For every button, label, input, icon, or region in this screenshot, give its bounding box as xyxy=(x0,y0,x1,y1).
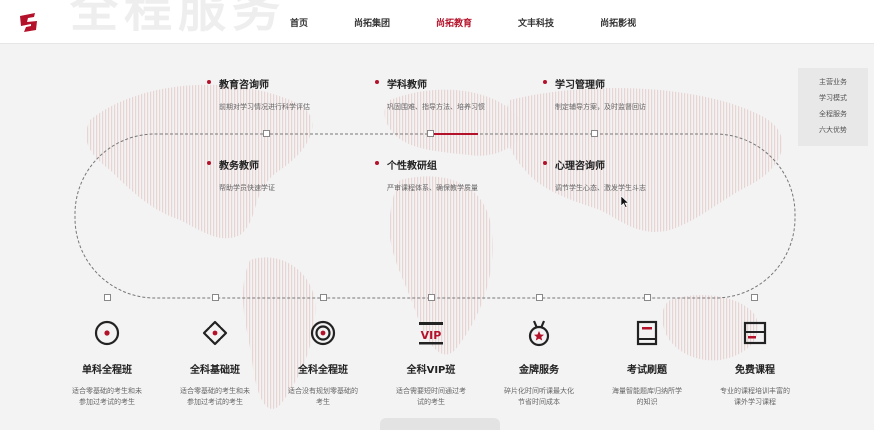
side-item-full-service[interactable]: 全程服务 xyxy=(798,106,868,122)
side-item-advantages[interactable]: 六大优势 xyxy=(798,122,868,138)
course-card[interactable]: 全科基础班 适合零基础的考生和未参加过考试的考生 xyxy=(165,318,265,408)
course-title: 考试刷题 xyxy=(627,365,667,376)
role-desc: 调节学生心态、激发学生斗志 xyxy=(555,184,646,192)
role-item: 教务教师 帮助学员快速学证 xyxy=(207,157,275,193)
course-title: 单科全程班 xyxy=(82,365,132,376)
nav-group[interactable]: 尚拓集团 xyxy=(354,16,390,29)
course-card[interactable]: 金牌服务 碎片化时间听课最大化节省时间成本 xyxy=(489,318,589,408)
side-menu: 主营业务 学习模式 全程服务 六大优势 xyxy=(798,68,868,146)
role-desc: 巩固围难、指导方法、培养习惯 xyxy=(387,103,485,111)
role-title: 个性教研组 xyxy=(375,157,478,172)
course-desc: 碎片化时间听课最大化节省时间成本 xyxy=(504,387,574,406)
scroll-indicator[interactable] xyxy=(380,418,500,430)
role-item: 学习管理师 制定辅导方案，及时监督回访 xyxy=(543,76,646,112)
role-title: 学科教师 xyxy=(375,76,485,91)
role-title: 教务教师 xyxy=(207,157,275,172)
logo[interactable] xyxy=(16,9,42,35)
book-icon xyxy=(636,320,658,346)
svg-text:VIP: VIP xyxy=(421,329,442,342)
loop-node xyxy=(104,294,111,301)
role-item: 教育咨询师 前期对学习情况进行科学评估 xyxy=(207,76,310,112)
header: 全程服务 首页 尚拓集团 尚拓教育 文丰科技 尚拓影视 xyxy=(0,0,874,44)
role-title: 学习管理师 xyxy=(543,76,646,91)
loop-node xyxy=(536,294,543,301)
role-title: 教育咨询师 xyxy=(207,76,310,91)
loop-node xyxy=(263,130,270,137)
loop-node xyxy=(212,294,219,301)
course-desc: 海量智能题库归纳所学的知识 xyxy=(612,387,682,406)
role-item: 学科教师 巩固围难、指导方法、培养习惯 xyxy=(375,76,485,112)
vip-icon: VIP xyxy=(419,322,443,345)
nav-film[interactable]: 尚拓影视 xyxy=(600,16,636,29)
nav-technology[interactable]: 文丰科技 xyxy=(518,16,554,29)
target-dot-icon xyxy=(94,320,120,346)
bullseye-icon xyxy=(310,320,336,346)
role-desc: 严审课程体系、确保教学质量 xyxy=(387,184,478,192)
course-card[interactable]: 免费课程 专业的课程培训丰富的课外学习课程 xyxy=(705,318,805,408)
nav-home[interactable]: 首页 xyxy=(290,16,308,29)
role-desc: 前期对学习情况进行科学评估 xyxy=(219,103,310,111)
course-desc: 适合零基础的考生和未参加过考试的考生 xyxy=(72,387,142,406)
course-card[interactable]: VIP 全科VIP班 适合需要短时间通过考试的考生 xyxy=(381,318,481,408)
loop-node xyxy=(428,294,435,301)
course-title: 全科基础班 xyxy=(190,365,240,376)
role-item: 心理咨询师 调节学生心态、激发学生斗志 xyxy=(543,157,646,193)
course-title: 全科全程班 xyxy=(298,365,348,376)
loop-node xyxy=(320,294,327,301)
course-title: 免费课程 xyxy=(735,365,775,376)
loop-node xyxy=(644,294,651,301)
loop-node xyxy=(427,130,434,137)
side-item-business[interactable]: 主营业务 xyxy=(798,74,868,90)
role-desc: 帮助学员快速学证 xyxy=(219,184,275,192)
course-desc: 适合零基础的考生和未参加过考试的考生 xyxy=(180,387,250,406)
direction-arrows-icon xyxy=(202,320,228,346)
loop-node xyxy=(751,294,758,301)
course-title: 全科VIP班 xyxy=(406,365,456,376)
role-item: 个性教研组 严审课程体系、确保教学质量 xyxy=(375,157,478,193)
main-nav: 首页 尚拓集团 尚拓教育 文丰科技 尚拓影视 xyxy=(290,0,682,43)
role-title: 心理咨询师 xyxy=(543,157,646,172)
mouse-cursor-icon xyxy=(621,196,629,208)
loop-accent-line xyxy=(434,133,478,135)
course-desc: 专业的课程培训丰富的课外学习课程 xyxy=(720,387,790,406)
role-desc: 制定辅导方案，及时监督回访 xyxy=(555,103,646,111)
loop-node xyxy=(591,130,598,137)
nav-education[interactable]: 尚拓教育 xyxy=(436,16,472,29)
course-card[interactable]: 考试刷题 海量智能题库归纳所学的知识 xyxy=(597,318,697,408)
medal-icon xyxy=(528,320,550,347)
course-card[interactable]: 全科全程班 适合没有规划零基础的考生 xyxy=(273,318,373,408)
course-desc: 适合没有规划零基础的考生 xyxy=(288,387,358,406)
course-desc: 适合需要短时间通过考试的考生 xyxy=(396,387,466,406)
side-item-learning-mode[interactable]: 学习模式 xyxy=(798,90,868,106)
header-watermark: 全程服务 xyxy=(70,0,287,38)
course-title: 金牌服务 xyxy=(519,365,559,376)
course-card[interactable]: 单科全程班 适合零基础的考生和未参加过考试的考生 xyxy=(57,318,157,408)
window-icon xyxy=(743,321,767,345)
